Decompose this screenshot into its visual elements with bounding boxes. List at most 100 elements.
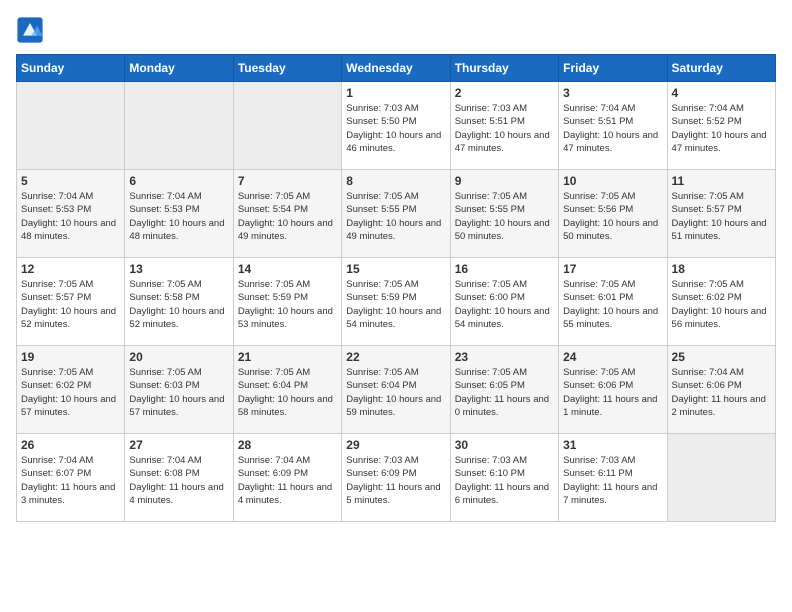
day-number: 7 [238, 174, 337, 188]
day-info: Sunrise: 7:05 AMSunset: 6:06 PMDaylight:… [563, 366, 662, 419]
day-info: Sunrise: 7:04 AMSunset: 5:53 PMDaylight:… [21, 190, 120, 243]
day-header-saturday: Saturday [667, 55, 775, 82]
day-info: Sunrise: 7:05 AMSunset: 6:00 PMDaylight:… [455, 278, 554, 331]
calendar-day-21: 21Sunrise: 7:05 AMSunset: 6:04 PMDayligh… [233, 346, 341, 434]
calendar-day-10: 10 Sunrise: 7:05 AMSunset: 5:56 PMDayligh… [559, 170, 667, 258]
day-number: 10 [563, 174, 662, 188]
calendar-day-28: 28 Sunrise: 7:04 AMSunset: 6:09 PMDayligh… [233, 434, 341, 522]
day-info: Sunrise: 7:05 AMSunset: 5:59 PMDaylight:… [238, 278, 337, 331]
calendar-week-2: 5 Sunrise: 7:04 AMSunset: 5:53 PMDaylight… [17, 170, 776, 258]
calendar-day-4: 4Sunrise: 7:04 AMSunset: 5:52 PMDaylight… [667, 82, 775, 170]
day-number: 11 [672, 174, 771, 188]
day-info: Sunrise: 7:05 AMSunset: 6:01 PMDaylight:… [563, 278, 662, 331]
calendar-day-2: 2Sunrise: 7:03 AMSunset: 5:51 PMDaylight… [450, 82, 558, 170]
day-info: Sunrise: 7:04 AMSunset: 6:09 PMDaylight:… [238, 454, 337, 507]
calendar-day-25: 25 Sunrise: 7:04 AMSunset: 6:06 PMDayligh… [667, 346, 775, 434]
calendar-day-20: 20Sunrise: 7:05 AMSunset: 6:03 PMDayligh… [125, 346, 233, 434]
calendar-day-7: 7 Sunrise: 7:05 AMSunset: 5:54 PMDaylight… [233, 170, 341, 258]
calendar-week-4: 19 Sunrise: 7:05 AMSunset: 6:02 PMDayligh… [17, 346, 776, 434]
calendar-day-19: 19 Sunrise: 7:05 AMSunset: 6:02 PMDayligh… [17, 346, 125, 434]
day-info: Sunrise: 7:05 AMSunset: 6:02 PMDaylight:… [672, 278, 771, 331]
day-number: 3 [563, 86, 662, 100]
calendar-day-22: 22 Sunrise: 7:05 AMSunset: 6:04 PMDayligh… [342, 346, 450, 434]
day-number: 9 [455, 174, 554, 188]
calendar-day-24: 24Sunrise: 7:05 AMSunset: 6:06 PMDayligh… [559, 346, 667, 434]
day-number: 16 [455, 262, 554, 276]
day-number: 14 [238, 262, 337, 276]
day-header-tuesday: Tuesday [233, 55, 341, 82]
calendar-day-5: 5 Sunrise: 7:04 AMSunset: 5:53 PMDaylight… [17, 170, 125, 258]
calendar-day-11: 11 Sunrise: 7:05 AMSunset: 5:57 PMDayligh… [667, 170, 775, 258]
day-header-sunday: Sunday [17, 55, 125, 82]
day-info: Sunrise: 7:05 AMSunset: 6:02 PMDaylight:… [21, 366, 120, 419]
day-info: Sunrise: 7:05 AMSunset: 6:05 PMDaylight:… [455, 366, 554, 419]
calendar-day-30: 30 Sunrise: 7:03 AMSunset: 6:10 PMDayligh… [450, 434, 558, 522]
day-info: Sunrise: 7:05 AMSunset: 5:59 PMDaylight:… [346, 278, 445, 331]
calendar-day-3: 3 Sunrise: 7:04 AMSunset: 5:51 PMDaylight… [559, 82, 667, 170]
day-number: 12 [21, 262, 120, 276]
calendar-empty [125, 82, 233, 170]
calendar-day-8: 8Sunrise: 7:05 AMSunset: 5:55 PMDaylight… [342, 170, 450, 258]
day-number: 25 [672, 350, 771, 364]
day-number: 31 [563, 438, 662, 452]
calendar-day-31: 31 Sunrise: 7:03 AMSunset: 6:11 PMDayligh… [559, 434, 667, 522]
day-number: 2 [455, 86, 554, 100]
calendar-day-23: 23 Sunrise: 7:05 AMSunset: 6:05 PMDayligh… [450, 346, 558, 434]
day-number: 8 [346, 174, 445, 188]
page-header [16, 16, 776, 44]
calendar-empty [233, 82, 341, 170]
day-header-wednesday: Wednesday [342, 55, 450, 82]
day-info: Sunrise: 7:05 AMSunset: 6:04 PMDaylight:… [238, 366, 337, 419]
day-info: Sunrise: 7:05 AMSunset: 6:04 PMDaylight:… [346, 366, 445, 419]
day-number: 4 [672, 86, 771, 100]
calendar-day-16: 16 Sunrise: 7:05 AMSunset: 6:00 PMDayligh… [450, 258, 558, 346]
day-number: 26 [21, 438, 120, 452]
day-number: 17 [563, 262, 662, 276]
day-number: 19 [21, 350, 120, 364]
logo [16, 16, 48, 44]
day-info: Sunrise: 7:05 AMSunset: 5:57 PMDaylight:… [21, 278, 120, 331]
day-info: Sunrise: 7:04 AMSunset: 5:51 PMDaylight:… [563, 102, 662, 155]
day-number: 18 [672, 262, 771, 276]
day-header-monday: Monday [125, 55, 233, 82]
calendar-day-26: 26 Sunrise: 7:04 AMSunset: 6:07 PMDayligh… [17, 434, 125, 522]
day-info: Sunrise: 7:05 AMSunset: 5:54 PMDaylight:… [238, 190, 337, 243]
calendar-empty [17, 82, 125, 170]
calendar-week-5: 26 Sunrise: 7:04 AMSunset: 6:07 PMDayligh… [17, 434, 776, 522]
day-info: Sunrise: 7:05 AMSunset: 5:56 PMDaylight:… [563, 190, 662, 243]
day-number: 6 [129, 174, 228, 188]
day-info: Sunrise: 7:05 AMSunset: 5:58 PMDaylight:… [129, 278, 228, 331]
day-number: 30 [455, 438, 554, 452]
day-number: 20 [129, 350, 228, 364]
calendar-table: SundayMondayTuesdayWednesdayThursdayFrid… [16, 54, 776, 522]
day-number: 5 [21, 174, 120, 188]
day-header-friday: Friday [559, 55, 667, 82]
calendar-week-3: 12 Sunrise: 7:05 AMSunset: 5:57 PMDayligh… [17, 258, 776, 346]
day-number: 27 [129, 438, 228, 452]
day-number: 29 [346, 438, 445, 452]
day-info: Sunrise: 7:05 AMSunset: 5:57 PMDaylight:… [672, 190, 771, 243]
calendar-day-9: 9Sunrise: 7:05 AMSunset: 5:55 PMDaylight… [450, 170, 558, 258]
calendar-day-18: 18 Sunrise: 7:05 AMSunset: 6:02 PMDayligh… [667, 258, 775, 346]
day-info: Sunrise: 7:03 AMSunset: 6:10 PMDaylight:… [455, 454, 554, 507]
day-info: Sunrise: 7:04 AMSunset: 6:08 PMDaylight:… [129, 454, 228, 507]
calendar-day-27: 27 Sunrise: 7:04 AMSunset: 6:08 PMDayligh… [125, 434, 233, 522]
day-info: Sunrise: 7:04 AMSunset: 6:07 PMDaylight:… [21, 454, 120, 507]
day-info: Sunrise: 7:03 AMSunset: 5:50 PMDaylight:… [346, 102, 445, 155]
calendar-day-12: 12 Sunrise: 7:05 AMSunset: 5:57 PMDayligh… [17, 258, 125, 346]
day-info: Sunrise: 7:04 AMSunset: 5:53 PMDaylight:… [129, 190, 228, 243]
logo-icon [16, 16, 44, 44]
day-number: 28 [238, 438, 337, 452]
calendar-day-14: 14 Sunrise: 7:05 AMSunset: 5:59 PMDayligh… [233, 258, 341, 346]
day-info: Sunrise: 7:03 AMSunset: 6:11 PMDaylight:… [563, 454, 662, 507]
calendar-empty [667, 434, 775, 522]
day-number: 22 [346, 350, 445, 364]
calendar-day-29: 29 Sunrise: 7:03 AMSunset: 6:09 PMDayligh… [342, 434, 450, 522]
day-number: 15 [346, 262, 445, 276]
calendar-day-6: 6 Sunrise: 7:04 AMSunset: 5:53 PMDaylight… [125, 170, 233, 258]
day-info: Sunrise: 7:03 AMSunset: 6:09 PMDaylight:… [346, 454, 445, 507]
day-info: Sunrise: 7:04 AMSunset: 6:06 PMDaylight:… [672, 366, 771, 419]
day-number: 23 [455, 350, 554, 364]
calendar-day-13: 13Sunrise: 7:05 AMSunset: 5:58 PMDayligh… [125, 258, 233, 346]
calendar-header: SundayMondayTuesdayWednesdayThursdayFrid… [17, 55, 776, 82]
